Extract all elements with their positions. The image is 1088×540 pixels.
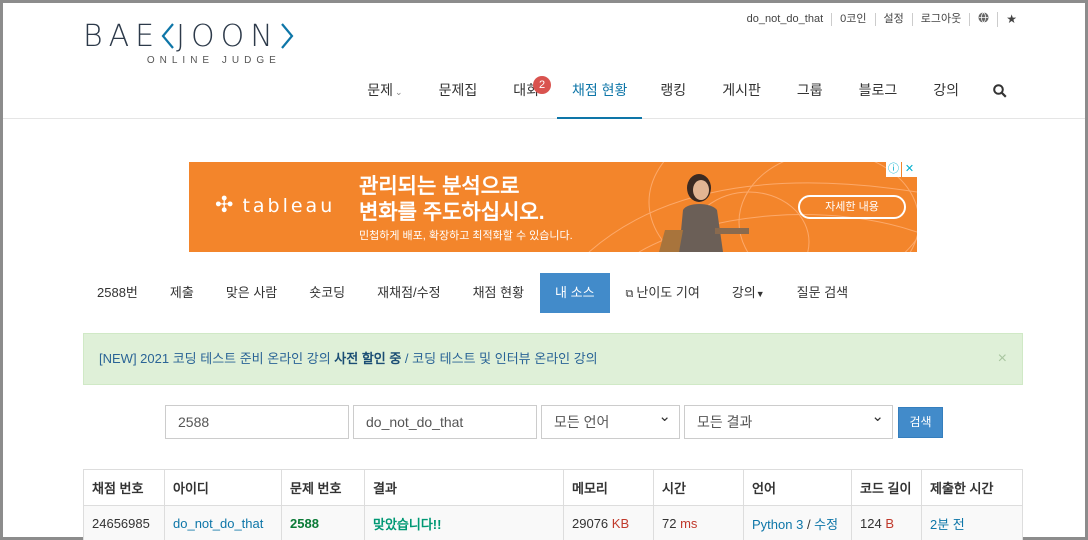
cell-memory: 29076 KB (563, 505, 654, 540)
col-language: 언어 (743, 469, 852, 506)
main-nav: 문제 ⌄ 문제집 대회 2 채점 현황 랭킹 게시판 그룹 블로그 강의 (349, 76, 1007, 119)
contest-count-badge: 2 (533, 76, 551, 94)
chevron-down-icon: ⌄ (395, 87, 403, 97)
alert-close-icon[interactable]: × (998, 334, 1007, 384)
col-submitted-time: 제출한 시간 (921, 469, 1023, 506)
logo-bracket-right-icon (280, 23, 294, 49)
cell-edit-link[interactable]: 수정 (814, 517, 838, 532)
nav-ranking[interactable]: 랭킹 (642, 79, 704, 119)
search-icon[interactable] (977, 79, 1007, 119)
nav-board[interactable]: 게시판 (704, 79, 779, 119)
nav-workbook[interactable]: 문제집 (421, 79, 496, 119)
tableau-plus-icon: ✣ (215, 193, 237, 218)
ad-banner[interactable]: ✣ tableau 관리되는 분석으로 변화를 주도하십시오. 민첩하게 배포,… (189, 162, 917, 252)
ad-cta-button[interactable]: 자세한 내용 (798, 195, 906, 219)
nav-contest[interactable]: 대회 2 (495, 76, 557, 119)
ad-headline-2: 변화를 주도하십시오. (359, 201, 545, 224)
cell-time: 72 ms (653, 505, 744, 540)
col-time: 시간 (653, 469, 744, 506)
ad-headline-1: 관리되는 분석으로 (359, 175, 520, 198)
promo-alert: [NEW] 2021 코딩 테스트 준비 온라인 강의 사전 할인 중 / 코딩… (83, 333, 1023, 385)
table-header-row: 채점 번호 아이디 문제 번호 결과 메모리 시간 언어 코드 길이 제출한 시… (83, 469, 1023, 506)
col-code-length: 코드 길이 (851, 469, 922, 506)
subnav-problem-number[interactable]: 2588번 (83, 273, 154, 313)
promo-link[interactable]: [NEW] 2021 코딩 테스트 준비 온라인 강의 사전 할인 중 / 코딩… (99, 351, 598, 366)
col-memory: 메모리 (563, 469, 654, 506)
adchoices-icon[interactable]: ⓘ (886, 162, 901, 177)
search-button[interactable]: 검색 (898, 407, 943, 438)
cell-submitted-time[interactable]: 2분 전 (930, 517, 965, 532)
ad-subtext: 민첩하게 배포, 확장하고 최적화할 수 있습니다. (359, 230, 573, 242)
nav-blog[interactable]: 블로그 (841, 79, 916, 119)
baekjoon-logo[interactable]: BAE JOON ONLINE JUDGE (83, 19, 295, 66)
external-link-icon: ⧉ (625, 288, 634, 300)
cell-problem-link[interactable]: 2588 (290, 516, 319, 531)
col-result: 결과 (364, 469, 564, 506)
cell-language-link[interactable]: Python 3 (752, 517, 803, 532)
settings-link[interactable]: 설정 (876, 13, 913, 26)
table-row: 24656985 do_not_do_that 2588 맞았습니다!! 290… (83, 505, 1023, 540)
subnav-accepted-users[interactable]: 맞은 사람 (210, 273, 293, 313)
subnav-difficulty[interactable]: ⧉ 난이도 기여 (610, 273, 716, 313)
ad-person-image (659, 170, 749, 252)
cell-language: Python 3 / 수정 (743, 505, 852, 540)
subnav-my-source[interactable]: 내 소스 (540, 273, 610, 313)
nav-group[interactable]: 그룹 (779, 79, 841, 119)
nav-status[interactable]: 채점 현황 (557, 79, 643, 119)
cell-code-length: 124 B (851, 505, 922, 540)
logo-text-right: JOON (176, 18, 279, 54)
logo-text-left: BAE (83, 18, 161, 54)
cell-result: 맞았습니다!! (373, 517, 442, 532)
nav-problems[interactable]: 문제 ⌄ (349, 79, 420, 119)
subnav-rejudge[interactable]: 재채점/수정 (361, 273, 456, 313)
language-select[interactable]: 모든 언어 (541, 401, 680, 439)
caret-down-icon: ▼ (755, 289, 765, 299)
globe-icon[interactable] (970, 12, 999, 27)
subnav-submit[interactable]: 제출 (154, 273, 210, 313)
logout-link[interactable]: 로그아웃 (913, 13, 971, 26)
ad-controls: ⓘ ✕ (885, 162, 917, 177)
col-problem: 문제 번호 (281, 469, 365, 506)
logo-subtitle: ONLINE JUDGE (146, 55, 281, 66)
user-id-input[interactable]: do_not_do_that (353, 405, 537, 439)
subnav-lecture[interactable]: 강의▼ (716, 273, 781, 313)
subnav-question-search[interactable]: 질문 검색 (781, 273, 864, 313)
star-icon[interactable]: ★ (998, 13, 1025, 26)
ad-brand: tableau (242, 194, 336, 217)
problem-subnav: 2588번 제출 맞은 사람 숏코딩 재채점/수정 채점 현황 내 소스 ⧉ 난이… (83, 273, 864, 313)
promo-highlight: 사전 할인 중 (334, 351, 402, 366)
cell-user-link[interactable]: do_not_do_that (173, 516, 263, 531)
ad-close-icon[interactable]: ✕ (902, 162, 917, 177)
subnav-short-coding[interactable]: 숏코딩 (293, 273, 361, 313)
status-search-form: 2588 do_not_do_that 모든 언어 모든 결과 검색 (165, 401, 943, 439)
col-user-id: 아이디 (164, 469, 282, 506)
problem-id-input[interactable]: 2588 (165, 405, 349, 439)
cell-submission-id: 24656985 (83, 505, 165, 540)
col-submission-id: 채점 번호 (83, 469, 165, 506)
username-link[interactable]: do_not_do_that (739, 13, 833, 26)
status-table: 채점 번호 아이디 문제 번호 결과 메모리 시간 언어 코드 길이 제출한 시… (83, 469, 1023, 540)
logo-bracket-left-icon (161, 23, 174, 49)
subnav-status[interactable]: 채점 현황 (457, 273, 540, 313)
site-header: BAE JOON ONLINE JUDGE do_not_do_that 0코인… (3, 3, 1085, 119)
nav-lecture[interactable]: 강의 (915, 79, 977, 119)
top-user-bar: do_not_do_that 0코인 설정 로그아웃 ★ (739, 12, 1025, 27)
result-select[interactable]: 모든 결과 (684, 401, 893, 439)
tableau-logo: ✣ tableau (215, 193, 335, 218)
coin-link[interactable]: 0코인 (832, 13, 876, 26)
